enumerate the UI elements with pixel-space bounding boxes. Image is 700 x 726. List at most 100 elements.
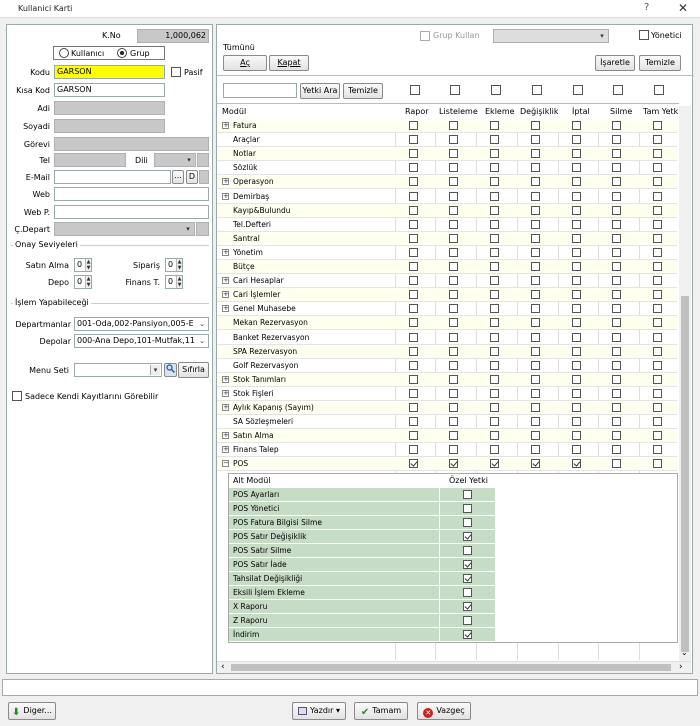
webp-field[interactable] bbox=[54, 205, 209, 219]
table-row[interactable]: + Genel Muhasebe bbox=[217, 302, 677, 317]
permission-checkbox[interactable] bbox=[449, 360, 458, 370]
user-radio[interactable] bbox=[59, 48, 69, 58]
permission-checkbox[interactable] bbox=[612, 135, 621, 145]
permission-checkbox[interactable] bbox=[490, 417, 499, 427]
permission-checkbox[interactable] bbox=[531, 459, 540, 469]
permission-checkbox[interactable] bbox=[531, 403, 540, 412]
permission-checkbox[interactable] bbox=[490, 262, 499, 271]
list-item[interactable]: POS Satır Değişiklik bbox=[229, 530, 507, 544]
permission-checkbox[interactable] bbox=[449, 304, 458, 314]
table-row[interactable]: Golf Rezervasyon bbox=[217, 359, 677, 373]
menuseti-select[interactable]: ▾ bbox=[74, 363, 162, 377]
permission-checkbox[interactable] bbox=[531, 135, 540, 145]
permission-checkbox[interactable] bbox=[490, 219, 499, 229]
kisakod-field[interactable]: GARSON bbox=[54, 83, 165, 97]
permission-checkbox[interactable] bbox=[572, 374, 581, 384]
search-icon[interactable] bbox=[164, 363, 177, 377]
permission-checkbox[interactable] bbox=[531, 177, 540, 187]
check-all-5[interactable] bbox=[573, 85, 583, 95]
collapse-icon[interactable]: − bbox=[222, 460, 229, 468]
expand-icon[interactable]: + bbox=[222, 277, 229, 285]
permission-checkbox[interactable] bbox=[653, 262, 662, 271]
satinalma-spinner[interactable]: 0 ▲ ▼ bbox=[74, 258, 92, 272]
permission-checkbox[interactable] bbox=[490, 374, 499, 384]
permission-checkbox[interactable] bbox=[572, 360, 581, 370]
permission-checkbox[interactable] bbox=[612, 318, 621, 328]
list-item[interactable]: POS Ayarları bbox=[229, 488, 507, 502]
permission-checkbox[interactable] bbox=[449, 205, 458, 215]
permission-checkbox[interactable] bbox=[572, 431, 581, 441]
scrollbar-thumb[interactable] bbox=[681, 296, 689, 652]
permission-checkbox[interactable] bbox=[449, 290, 458, 300]
permission-checkbox[interactable] bbox=[572, 219, 581, 229]
permission-checkbox[interactable] bbox=[409, 219, 418, 229]
permission-checkbox[interactable] bbox=[612, 360, 621, 370]
table-row[interactable]: + Yönetim bbox=[217, 246, 677, 260]
permission-checkbox[interactable] bbox=[531, 290, 540, 300]
table-row[interactable]: Tel.Defteri bbox=[217, 218, 677, 232]
permission-checkbox[interactable] bbox=[612, 388, 621, 398]
table-row[interactable]: − POS bbox=[217, 457, 677, 472]
list-item[interactable]: POS Fatura Bilgisi Silme bbox=[229, 516, 507, 530]
permission-checkbox[interactable] bbox=[449, 346, 458, 356]
permission-checkbox[interactable] bbox=[531, 262, 540, 271]
permission-checkbox[interactable] bbox=[653, 445, 662, 455]
table-row[interactable]: + Fatura bbox=[217, 119, 677, 133]
expand-icon[interactable]: + bbox=[222, 291, 229, 299]
table-row[interactable]: + Satın Alma bbox=[217, 429, 677, 444]
permission-checkbox[interactable] bbox=[572, 262, 581, 271]
permission-checkbox[interactable] bbox=[409, 247, 418, 257]
permission-checkbox[interactable] bbox=[531, 332, 540, 342]
permission-checkbox[interactable] bbox=[572, 318, 581, 328]
permission-checkbox[interactable] bbox=[612, 219, 621, 229]
permission-checkbox[interactable] bbox=[449, 332, 458, 342]
permission-checkbox[interactable] bbox=[572, 191, 581, 201]
permission-checkbox[interactable] bbox=[612, 247, 621, 257]
permission-checkbox[interactable] bbox=[531, 163, 540, 173]
permission-checkbox[interactable] bbox=[531, 360, 540, 370]
permission-checkbox[interactable] bbox=[449, 459, 458, 469]
pasif-checkbox[interactable] bbox=[171, 67, 181, 77]
permission-checkbox[interactable] bbox=[653, 219, 662, 229]
permission-checkbox[interactable] bbox=[612, 262, 621, 271]
ozel-yetki-checkbox[interactable] bbox=[463, 602, 472, 611]
permission-checkbox[interactable] bbox=[409, 459, 418, 469]
permission-checkbox[interactable] bbox=[572, 290, 581, 300]
permission-checkbox[interactable] bbox=[490, 445, 499, 455]
permission-checkbox[interactable] bbox=[653, 431, 662, 441]
permission-checkbox[interactable] bbox=[409, 290, 418, 300]
permission-checkbox[interactable] bbox=[572, 445, 581, 455]
permission-checkbox[interactable] bbox=[572, 233, 581, 243]
ozel-yetki-checkbox[interactable] bbox=[463, 574, 472, 583]
finans-spinner[interactable]: 0 ▲ ▼ bbox=[165, 275, 183, 289]
siparis-spinner[interactable]: 0 ▲ ▼ bbox=[165, 258, 183, 272]
permission-checkbox[interactable] bbox=[531, 431, 540, 441]
check-all-6[interactable] bbox=[613, 85, 623, 95]
permission-checkbox[interactable] bbox=[531, 318, 540, 328]
spin-arrows-icon[interactable]: ▲ ▼ bbox=[85, 276, 91, 288]
permission-checkbox[interactable] bbox=[409, 318, 418, 328]
ozel-yetki-checkbox[interactable] bbox=[463, 588, 472, 597]
chevron-down-icon[interactable]: ⌄ bbox=[681, 648, 688, 657]
permission-checkbox[interactable] bbox=[449, 262, 458, 271]
chevron-down-icon[interactable]: ▾ bbox=[150, 365, 160, 375]
permission-checkbox[interactable] bbox=[531, 205, 540, 215]
vazgec-button[interactable]: ✕ Vazgeç bbox=[417, 702, 471, 720]
tamam-button[interactable]: ✔ Tamam bbox=[354, 702, 408, 720]
permission-checkbox[interactable] bbox=[612, 417, 621, 427]
permission-checkbox[interactable] bbox=[572, 388, 581, 398]
permission-checkbox[interactable] bbox=[409, 332, 418, 342]
permission-checkbox[interactable] bbox=[409, 304, 418, 314]
permission-checkbox[interactable] bbox=[409, 135, 418, 145]
permission-checkbox[interactable] bbox=[531, 445, 540, 455]
permission-checkbox[interactable] bbox=[612, 276, 621, 286]
permission-checkbox[interactable] bbox=[449, 149, 458, 159]
permission-checkbox[interactable] bbox=[531, 304, 540, 314]
list-item[interactable]: X Raporu bbox=[229, 600, 507, 614]
table-row[interactable]: Mekan Rezervasyon bbox=[217, 316, 677, 331]
ozel-yetki-checkbox[interactable] bbox=[463, 616, 472, 625]
permission-checkbox[interactable] bbox=[449, 318, 458, 328]
table-row[interactable]: Sözlük bbox=[217, 161, 677, 176]
list-item[interactable]: Eksili İşlem Ekleme bbox=[229, 586, 507, 600]
permission-checkbox[interactable] bbox=[531, 219, 540, 229]
